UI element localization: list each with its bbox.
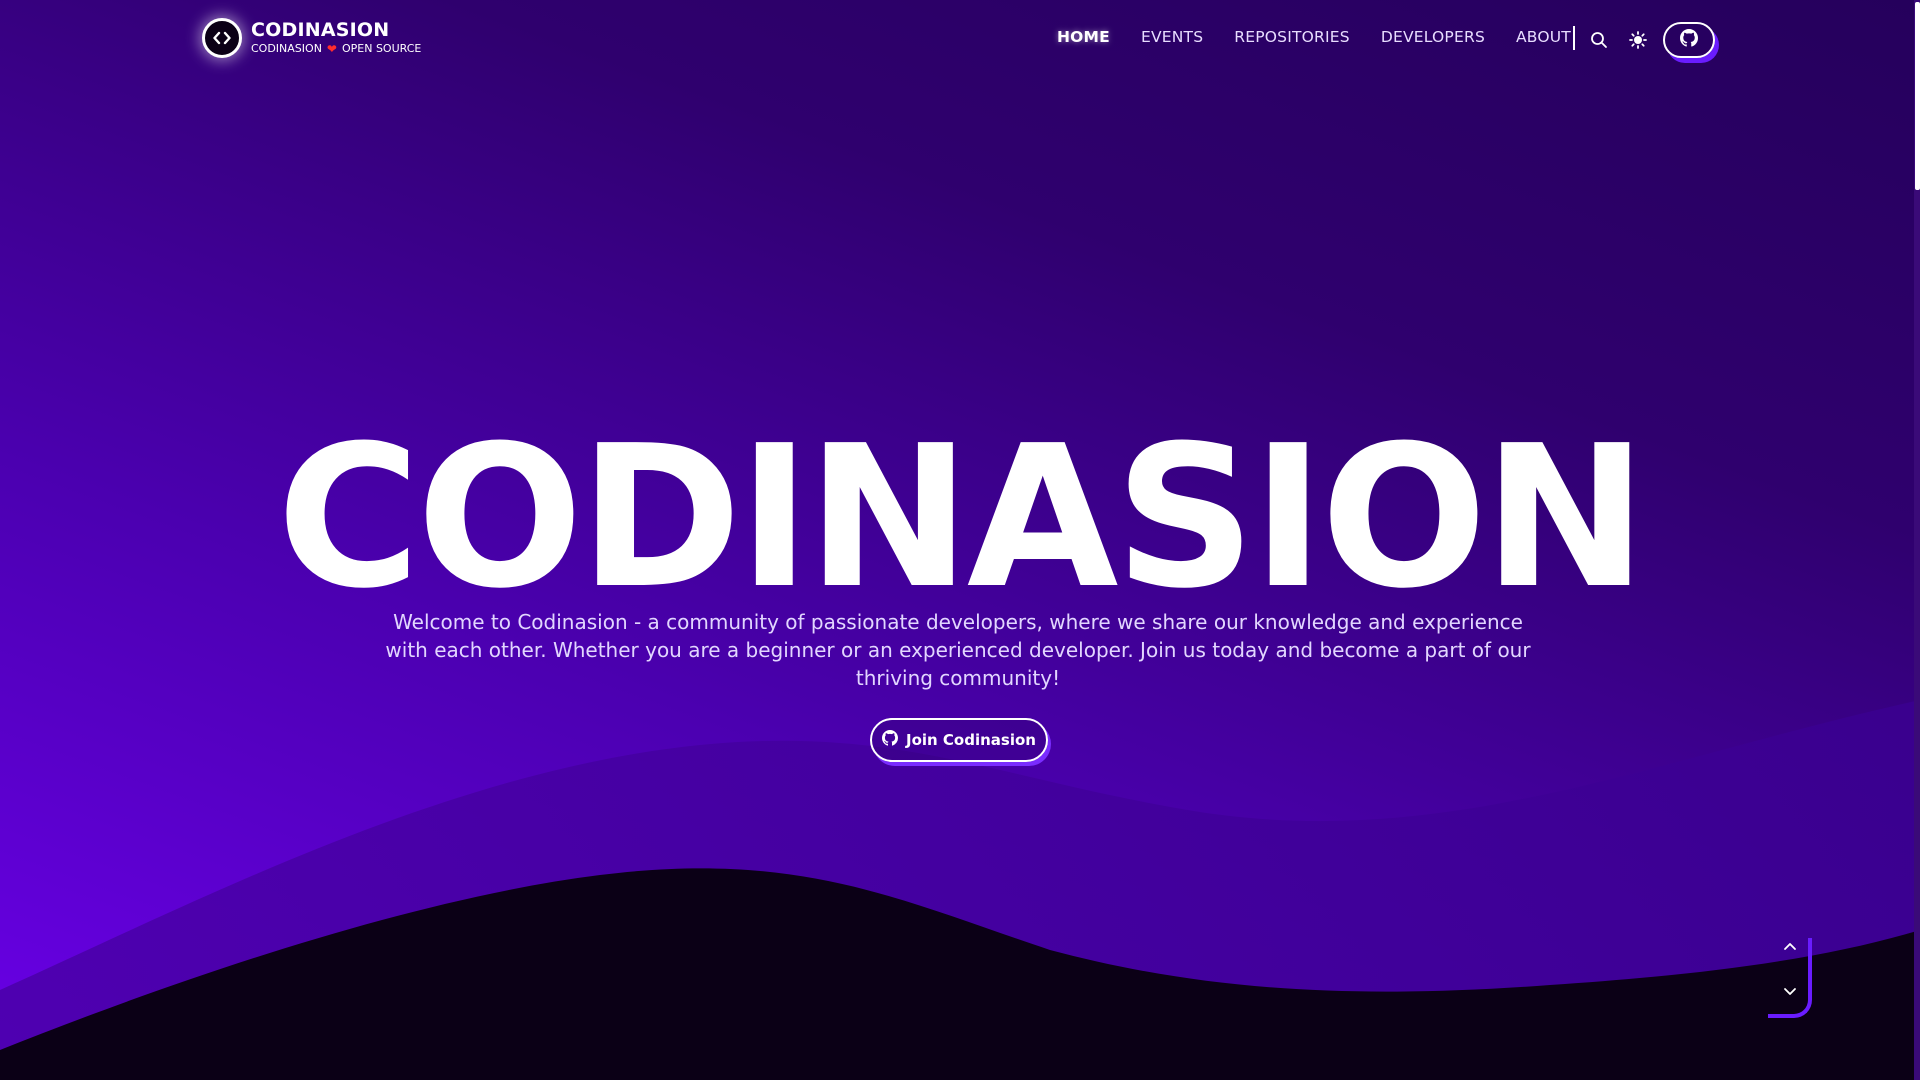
scroll-controls	[1768, 938, 1812, 1018]
scrollbar-thumb[interactable]	[1915, 2, 1920, 190]
brand-tagline: CODINASION ❤ OPEN SOURCE	[251, 41, 421, 57]
code-brackets-icon	[202, 18, 242, 58]
join-button-label: Join Codinasion	[906, 731, 1036, 749]
hero-title: CODINASION	[276, 404, 1648, 632]
chevron-down-icon[interactable]	[1782, 984, 1798, 1000]
nav-events[interactable]: EVENTS	[1141, 28, 1203, 46]
nav-developers[interactable]: DEVELOPERS	[1381, 28, 1485, 46]
brand-title: CODINASION	[251, 19, 390, 41]
nav-about[interactable]: ABOUT	[1516, 28, 1571, 46]
main-nav: HOME EVENTS REPOSITORIES DEVELOPERS ABOU…	[1057, 28, 1602, 46]
brand-sub-right: OPEN SOURCE	[341, 42, 422, 55]
search-icon[interactable]	[1587, 28, 1611, 52]
github-button[interactable]	[1663, 22, 1715, 58]
heart-icon: ❤	[326, 42, 337, 56]
github-icon	[882, 730, 898, 750]
nav-divider	[1573, 26, 1575, 50]
chevron-up-icon[interactable]	[1782, 938, 1798, 954]
sun-icon[interactable]	[1626, 28, 1650, 52]
brand-home-link[interactable]: CODINASION CODINASION ❤ OPEN SOURCE	[202, 18, 421, 58]
github-icon	[1680, 29, 1698, 51]
hero-description: Welcome to Codinasion - a community of p…	[385, 610, 1531, 690]
page: CODINASION CODINASION ❤ OPEN SOURCE HOME…	[0, 0, 1920, 1080]
nav-repositories[interactable]: REPOSITORIES	[1234, 28, 1350, 46]
nav-home[interactable]: HOME	[1057, 28, 1110, 46]
site-header: CODINASION CODINASION ❤ OPEN SOURCE HOME…	[0, 0, 1920, 80]
join-codinasion-button[interactable]: Join Codinasion	[870, 718, 1048, 762]
brand-sub-left: CODINASION	[251, 42, 322, 55]
